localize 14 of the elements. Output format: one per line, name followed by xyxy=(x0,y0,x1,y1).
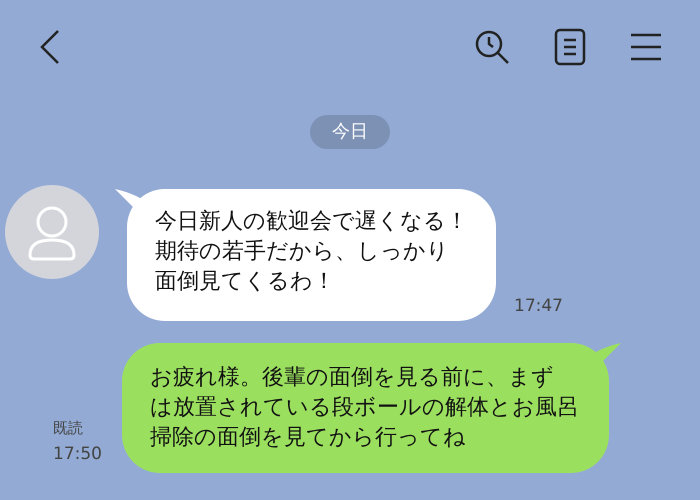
message-line: 面倒見てくるわ！ xyxy=(155,268,336,296)
read-receipt: 既読 xyxy=(53,418,84,439)
clock-search-icon[interactable] xyxy=(474,29,510,65)
message-line: 期待の若手だから、しっかり xyxy=(155,238,450,266)
message-line: は放置されている段ボールの解体とお風呂 xyxy=(150,394,579,422)
message-time: 17:50 xyxy=(53,443,103,466)
message-line: 掃除の面倒を見てから行ってね xyxy=(150,424,467,452)
message-time: 17:47 xyxy=(514,295,563,318)
date-divider: 今日 xyxy=(310,115,390,149)
message-line: 今日新人の歓迎会で遅くなる！ xyxy=(155,208,468,236)
back-icon[interactable] xyxy=(40,29,60,65)
message-line: お疲れ様。後輩の面倒を見る前に、まず xyxy=(150,364,555,392)
notes-icon[interactable] xyxy=(554,28,586,66)
menu-icon[interactable] xyxy=(630,32,662,62)
